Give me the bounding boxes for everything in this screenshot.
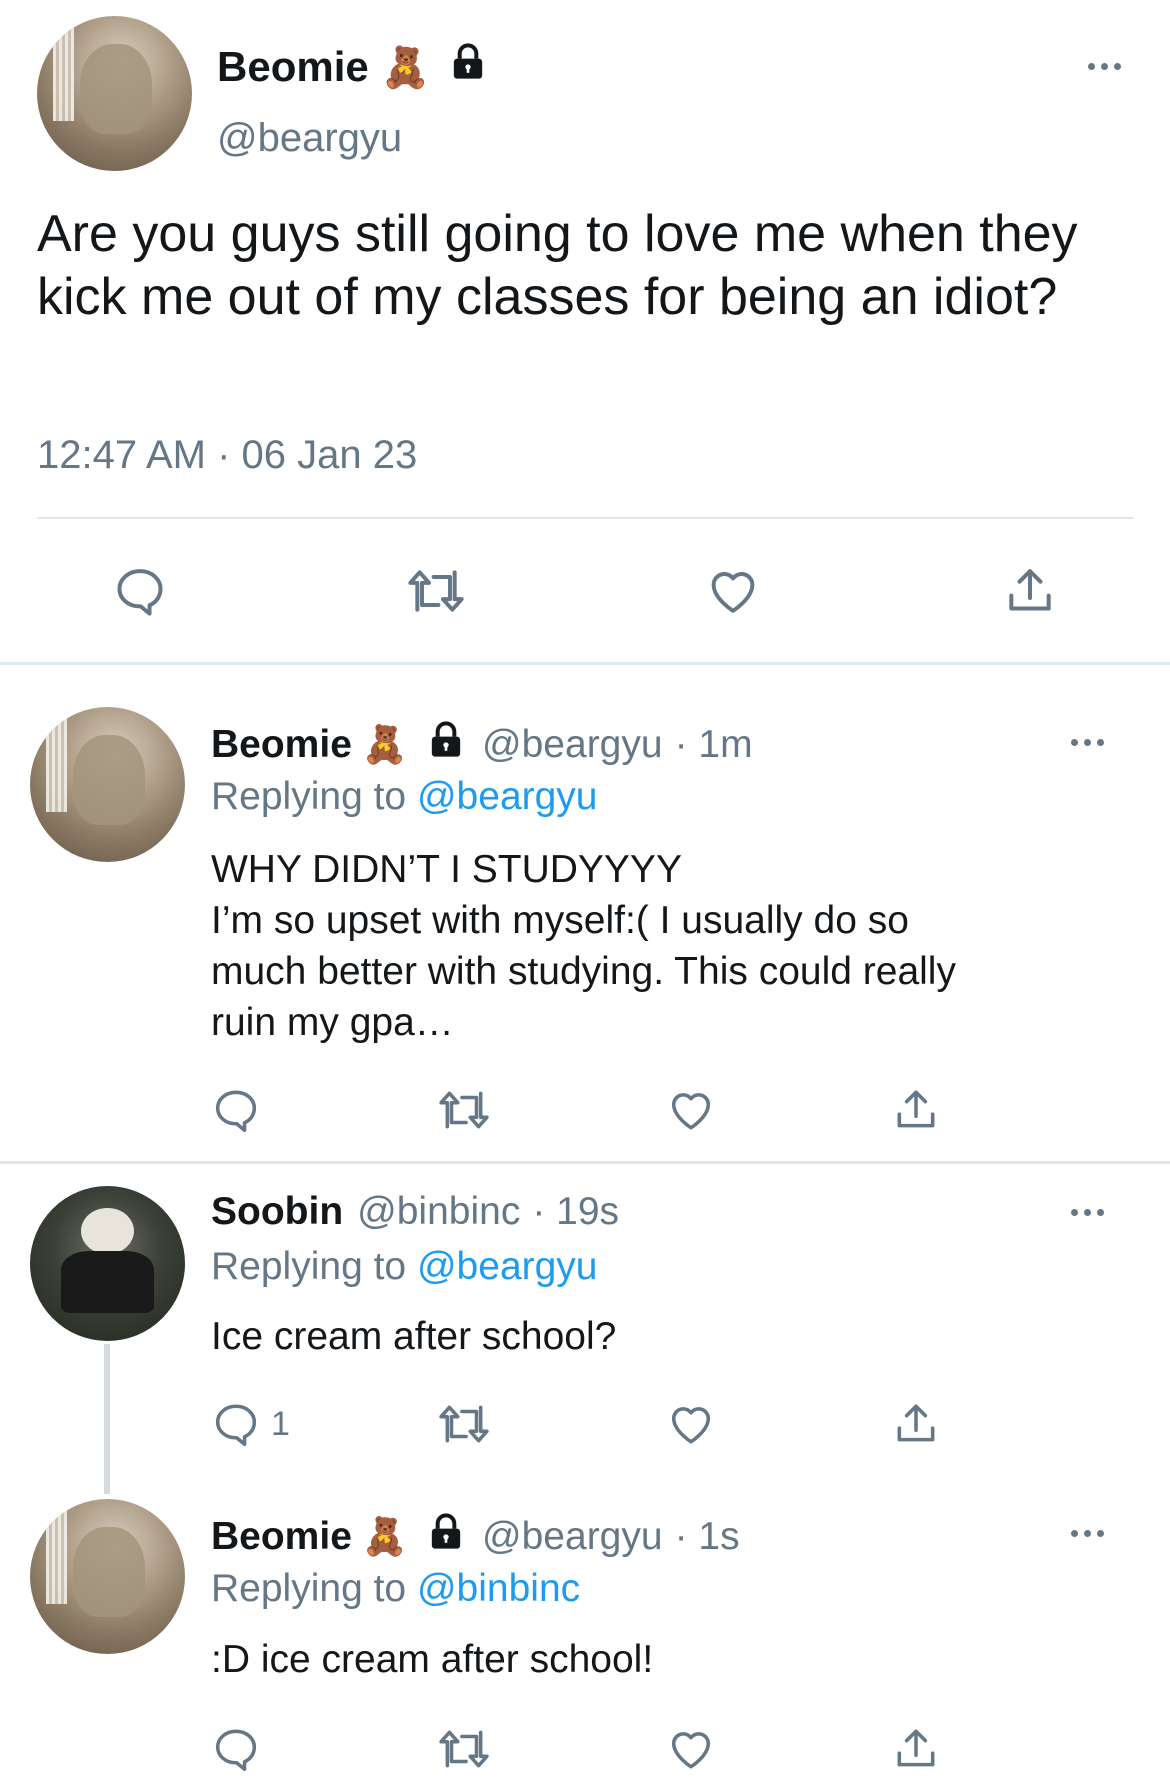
avatar[interactable] [30,1499,185,1654]
like-button[interactable] [665,1399,717,1449]
more-icon[interactable] [1071,739,1104,746]
reply-button[interactable]: 1 [211,1399,290,1449]
author-handle[interactable]: @beargyu [482,723,663,767]
lock-icon [448,42,488,92]
retweet-button[interactable] [405,563,467,619]
author-handle[interactable]: @beargyu [217,116,402,161]
like-button[interactable] [665,1085,717,1135]
author-name-row: Beomie 🧸 [217,42,488,92]
replying-to-link[interactable]: @beargyu [417,775,598,818]
retweet-icon [439,1091,489,1129]
reply-tweet: Beomie 🧸 @beargyu · 1s Replying to @binb… [0,1484,1170,1792]
like-icon [711,572,755,613]
reply-text: :D ice cream after school! [211,1634,1111,1685]
reply-text-line: I’m so upset with myself:( I usually do … [211,899,909,942]
reply-text-line: WHY DIDN’T I STUDYYYY [211,848,682,891]
reply-button[interactable] [211,1085,261,1135]
divider [37,517,1134,519]
reply-header: Beomie 🧸 @beargyu · 1s [211,1512,740,1562]
reply-icon [117,569,163,616]
reply-header: Soobin @binbinc · 19s [211,1190,619,1234]
replying-to-link[interactable]: @binbinc [417,1567,580,1610]
share-icon [897,1404,935,1442]
retweet-button[interactable] [436,1085,492,1135]
retweet-icon [439,1405,489,1443]
share-button[interactable] [891,1085,941,1135]
author-handle[interactable]: @binbinc [357,1190,520,1234]
lock-icon [426,1512,466,1562]
reply-text-line: :D ice cream after school! [211,1638,654,1681]
avatar[interactable] [30,1186,185,1341]
reply-text-line: much better with studying. This could re… [211,950,956,993]
replying-to-link[interactable]: @beargyu [417,1245,598,1288]
reply-time: · 1m [674,723,753,766]
replying-to: Replying to @binbinc [211,1567,580,1611]
lock-icon [426,720,466,770]
avatar[interactable] [30,707,185,862]
share-button[interactable] [891,1724,941,1774]
like-icon [671,1093,711,1130]
reply-icon [215,1090,257,1132]
author-name[interactable]: Beomie [211,1515,352,1559]
share-icon [897,1090,935,1128]
reply-text-line: ruin my gpa… [211,1001,454,1044]
thread-line [104,1344,110,1494]
bear-emoji-icon: 🧸 [361,1515,409,1557]
reply-text-line: Ice cream after school? [211,1315,617,1358]
reply-count: 1 [271,1404,290,1443]
reply-tweet: Soobin @binbinc · 19s Replying to @bearg… [0,1164,1170,1494]
like-icon [671,1732,711,1769]
author-handle[interactable]: @beargyu [482,1515,663,1559]
reply-button[interactable] [112,563,168,619]
retweet-button[interactable] [436,1399,492,1449]
replying-to: Replying to @beargyu [211,775,598,819]
replying-to: Replying to @beargyu [211,1245,598,1289]
retweet-icon [408,570,464,612]
author-name[interactable]: Soobin [211,1190,343,1234]
reply-button[interactable] [211,1724,261,1774]
main-tweet: Beomie 🧸 @beargyu Are you guys still goi… [0,0,1170,665]
reply-text: Ice cream after school? [211,1311,1111,1362]
replying-prefix: Replying to [211,1567,407,1610]
reply-time: · 1s [674,1515,740,1558]
replying-prefix: Replying to [211,775,407,818]
reply-icon [215,1404,257,1446]
more-icon[interactable] [1071,1209,1104,1216]
share-button[interactable] [1002,563,1058,619]
share-button[interactable] [891,1399,941,1449]
share-icon [1009,569,1051,611]
replying-prefix: Replying to [211,1245,407,1288]
avatar[interactable] [37,16,192,171]
like-icon [671,1407,711,1444]
share-icon [897,1729,935,1767]
reply-icon [215,1729,257,1771]
like-button[interactable] [704,563,762,619]
tweet-text: Are you guys still going to love me when… [37,205,1078,326]
retweet-button[interactable] [436,1724,492,1774]
reply-header: Beomie 🧸 @beargyu · 1m [211,720,753,770]
author-name[interactable]: Beomie [217,43,369,91]
like-button[interactable] [665,1724,717,1774]
bear-emoji-icon: 🧸 [361,723,409,765]
tweet-timestamp: 12:47 AM · 06 Jan 23 [37,433,418,477]
retweet-icon [439,1730,489,1768]
reply-text: WHY DIDN’T I STUDYYYY I’m so upset with … [211,844,1111,1048]
bear-emoji-icon: 🧸 [380,45,431,90]
reply-tweet: Beomie 🧸 @beargyu · 1m Replying to @bear… [0,665,1170,1162]
more-icon[interactable] [1088,63,1121,70]
reply-time: · 19s [532,1190,620,1233]
author-name[interactable]: Beomie [211,723,352,767]
more-icon[interactable] [1071,1530,1104,1537]
